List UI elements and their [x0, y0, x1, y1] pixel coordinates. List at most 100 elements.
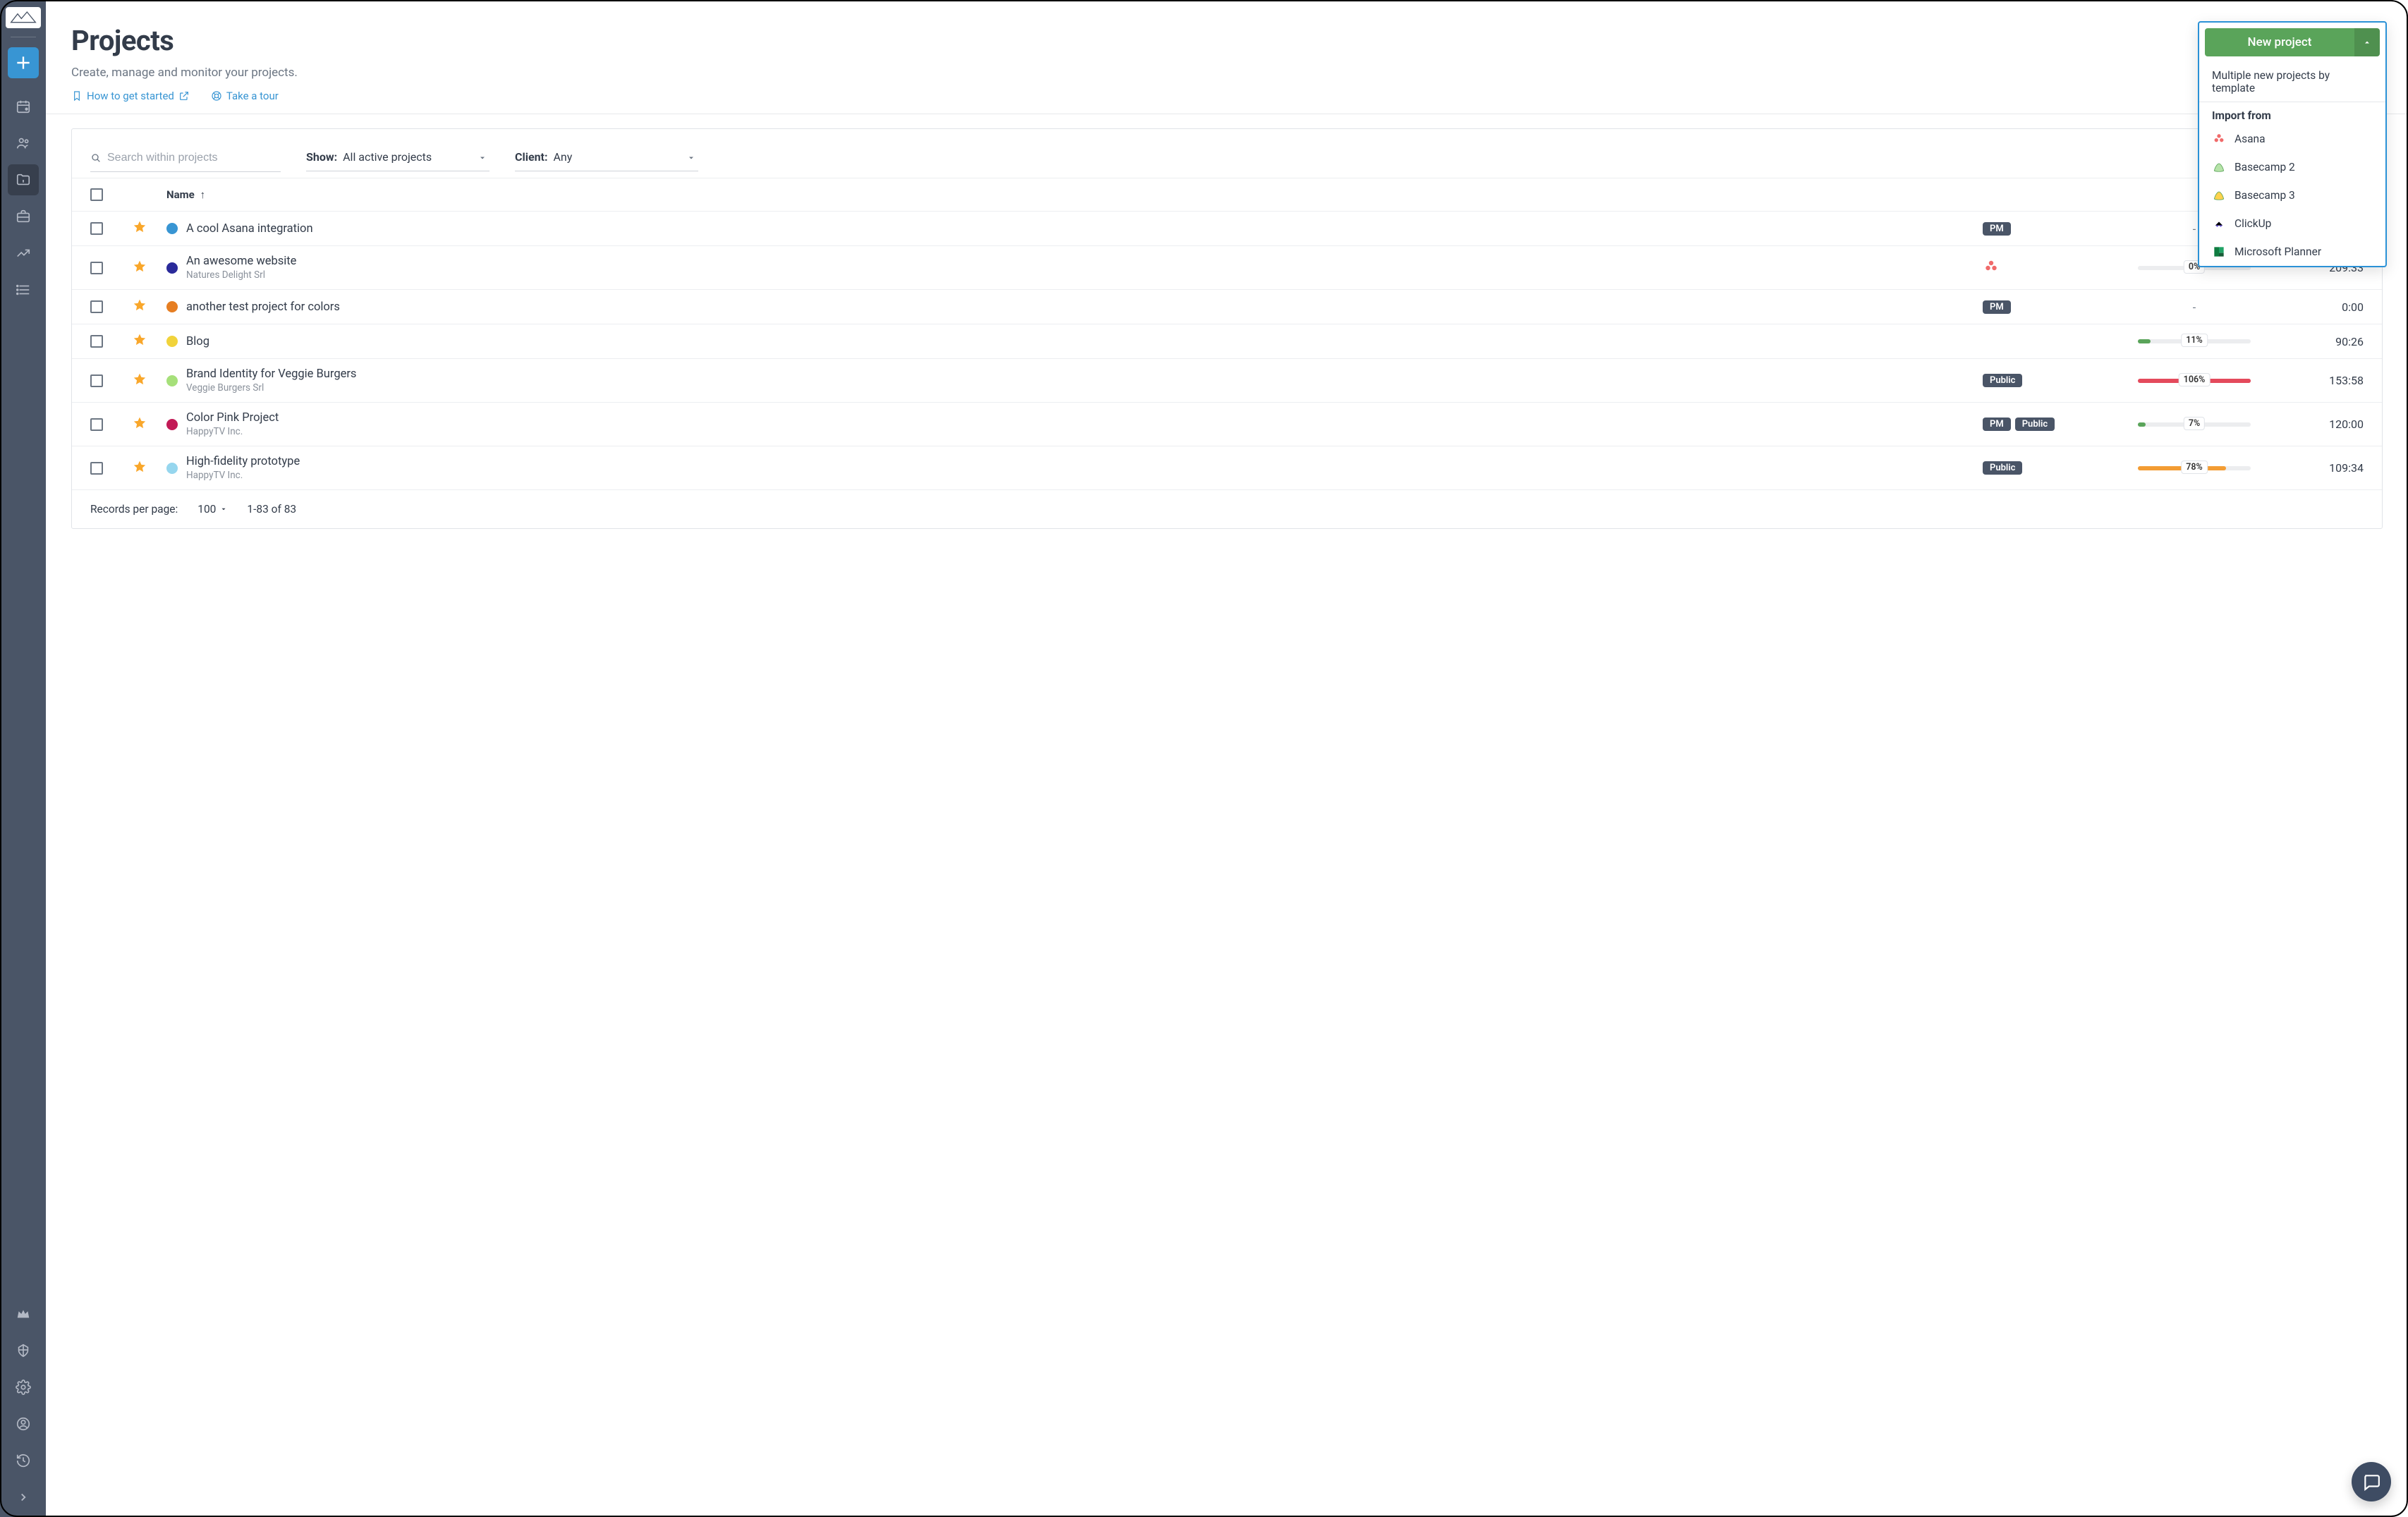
client-name: HappyTV Inc.: [186, 426, 279, 437]
app-logo[interactable]: [6, 7, 41, 28]
star-toggle[interactable]: [133, 460, 147, 477]
project-name: Color Pink Project: [186, 411, 279, 425]
projects-card: Show: All active projects Client: Any Na…: [71, 128, 2383, 529]
multi-template-label: Multiple new projects by template: [2212, 69, 2373, 95]
import-source-asana[interactable]: Asana: [2199, 125, 2385, 153]
sidebar-crown[interactable]: [8, 1298, 39, 1329]
project-name: A cool Asana integration: [186, 222, 313, 236]
filter-client-label: Client:: [515, 150, 547, 164]
import-source-basecamp3[interactable]: Basecamp 3: [2199, 181, 2385, 209]
project-color-dot: [166, 336, 178, 347]
star-toggle[interactable]: [133, 220, 147, 237]
chat-button[interactable]: [2352, 1462, 2391, 1501]
star-toggle[interactable]: [133, 372, 147, 389]
label-pill: PM: [1983, 418, 2011, 431]
row-checkbox[interactable]: [90, 335, 103, 348]
new-project-toggle[interactable]: [2354, 28, 2380, 56]
bookmark-icon: [71, 90, 83, 102]
import-source-label: Basecamp 3: [2234, 189, 2295, 202]
import-from-heading: Import from: [2199, 102, 2385, 125]
search-icon: [90, 152, 102, 164]
time-value: 109:34: [2279, 461, 2364, 475]
take-tour-link[interactable]: Take a tour: [211, 90, 279, 102]
budget-empty: -: [2138, 300, 2251, 314]
project-row[interactable]: Blog 11% 90:26: [72, 324, 2382, 358]
sidebar-briefcase[interactable]: [8, 201, 39, 232]
budget-percent: 11%: [2181, 334, 2208, 347]
time-value: 120:00: [2279, 418, 2364, 431]
table-header-row: Name ↑ Budget: [72, 178, 2382, 211]
sidebar-account[interactable]: [8, 1408, 39, 1439]
table-footer: Records per page: 100 1-83 of 83: [72, 489, 2382, 528]
star-toggle[interactable]: [133, 298, 147, 315]
budget-percent: 106%: [2179, 373, 2211, 386]
filter-client[interactable]: Client: Any: [515, 150, 698, 171]
project-name: Brand Identity for Veggie Burgers: [186, 367, 356, 381]
star-toggle[interactable]: [133, 260, 147, 276]
search-input[interactable]: [107, 152, 281, 164]
label-pill: Public: [2015, 418, 2055, 431]
budget-percent: 78%: [2181, 461, 2208, 474]
import-source-label: Basecamp 2: [2234, 161, 2295, 173]
records-per-page-value: 100: [197, 503, 216, 516]
sidebar-list[interactable]: [8, 274, 39, 305]
project-row[interactable]: An awesome websiteNatures Delight Srl0%2…: [72, 245, 2382, 289]
label-pill: PM: [1983, 300, 2011, 314]
sidebar-calendar[interactable]: [8, 91, 39, 122]
label-pill: PM: [1983, 222, 2011, 236]
budget-bar: 106%: [2138, 379, 2251, 383]
sidebar-team[interactable]: [8, 128, 39, 159]
lifebuoy-icon: [211, 90, 222, 102]
project-row[interactable]: High-fidelity prototypeHappyTV Inc.Publi…: [72, 446, 2382, 489]
star-toggle[interactable]: [133, 333, 147, 350]
chat-icon: [2362, 1473, 2380, 1491]
sidebar-apps[interactable]: [8, 1335, 39, 1366]
asana-icon: [1983, 258, 2000, 278]
project-row[interactable]: Color Pink ProjectHappyTV Inc.PMPublic7%…: [72, 402, 2382, 446]
search-field[interactable]: [90, 149, 281, 172]
basecamp2-icon: [2212, 160, 2226, 174]
sidebar-add-button[interactable]: [8, 47, 39, 78]
filter-show[interactable]: Show: All active projects: [306, 150, 489, 171]
project-row[interactable]: Brand Identity for Veggie BurgersVeggie …: [72, 358, 2382, 402]
sidebar-settings[interactable]: [8, 1372, 39, 1403]
sidebar-reports[interactable]: [8, 238, 39, 269]
how-to-get-started-link[interactable]: How to get started: [71, 90, 190, 102]
main: Projects Create, manage and monitor your…: [46, 0, 2408, 1517]
client-name: Veggie Burgers Srl: [186, 382, 356, 394]
menu-item-multi-template[interactable]: Multiple new projects by template: [2199, 62, 2385, 102]
records-per-page-select[interactable]: 100: [197, 503, 227, 516]
row-checkbox[interactable]: [90, 300, 103, 313]
project-color-dot: [166, 301, 178, 312]
project-name: Blog: [186, 335, 209, 348]
sidebar-history[interactable]: [8, 1445, 39, 1476]
filter-show-value: All active projects: [343, 150, 432, 164]
column-name[interactable]: Name ↑: [166, 188, 1983, 201]
select-all-checkbox[interactable]: [90, 188, 103, 201]
label-pill: Public: [1983, 374, 2022, 387]
sidebar-projects[interactable]: [8, 164, 39, 195]
row-checkbox[interactable]: [90, 418, 103, 431]
sidebar: [0, 0, 46, 1517]
star-toggle[interactable]: [133, 416, 147, 433]
client-name: HappyTV Inc.: [186, 470, 300, 481]
import-source-msplanner[interactable]: Microsoft Planner: [2199, 238, 2385, 266]
sidebar-collapse[interactable]: [8, 1482, 39, 1513]
time-value: 0:00: [2279, 300, 2364, 314]
project-row[interactable]: another test project for colorsPM-0:00: [72, 289, 2382, 324]
time-value: 153:58: [2279, 374, 2364, 387]
project-color-dot: [166, 463, 178, 474]
import-source-clickup[interactable]: ClickUp: [2199, 209, 2385, 238]
row-checkbox[interactable]: [90, 262, 103, 274]
import-source-basecamp2[interactable]: Basecamp 2: [2199, 153, 2385, 181]
project-color-dot: [166, 223, 178, 234]
row-checkbox[interactable]: [90, 462, 103, 475]
time-value: 90:26: [2279, 335, 2364, 348]
row-checkbox[interactable]: [90, 374, 103, 387]
new-project-button[interactable]: New project: [2205, 28, 2380, 56]
page-header: Projects Create, manage and monitor your…: [46, 0, 2408, 114]
row-checkbox[interactable]: [90, 222, 103, 235]
project-name: High-fidelity prototype: [186, 455, 300, 468]
project-row[interactable]: A cool Asana integrationPM-6:52: [72, 211, 2382, 245]
new-project-dropdown: New project Multiple new projects by tem…: [2198, 21, 2387, 267]
